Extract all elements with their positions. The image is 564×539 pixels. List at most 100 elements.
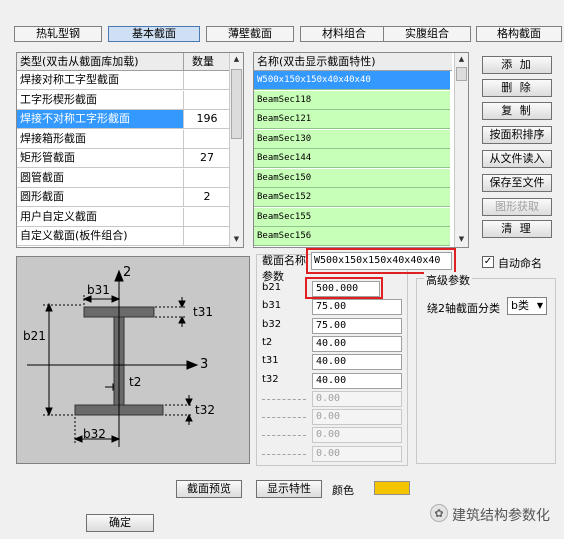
scroll-up-icon[interactable]: ▲ xyxy=(455,53,468,65)
t2-label: t2 xyxy=(129,375,142,389)
type-cell[interactable]: 焊接对称工字型截面 xyxy=(17,71,184,89)
type-cell[interactable]: 矩形管截面 xyxy=(17,149,184,167)
color-swatch[interactable] xyxy=(374,481,410,495)
table-row[interactable]: 用户自定义截面 xyxy=(17,207,230,227)
col-type-header[interactable]: 类型(双击从截面库加载) xyxy=(17,53,184,71)
graph-get-button[interactable]: 图形获取 xyxy=(482,198,552,216)
count-cell xyxy=(184,130,230,148)
count-cell xyxy=(184,208,230,226)
param-input-disabled: 0.00 xyxy=(312,445,402,462)
tab-lattice-section[interactable]: 格构截面 xyxy=(476,26,562,42)
auto-name-checkbox[interactable]: ✓ xyxy=(482,256,494,268)
count-cell xyxy=(184,227,230,245)
table-row[interactable]: 圆形截面 2 xyxy=(17,188,230,207)
param-label: b32 xyxy=(262,318,282,330)
count-cell xyxy=(184,169,230,187)
table-row[interactable]: 自定义截面(板件组合) xyxy=(17,227,230,246)
list-item[interactable]: BeamSec152 xyxy=(254,188,450,207)
t31-label: t31 xyxy=(193,305,213,319)
tab-thin-wall[interactable]: 薄壁截面 xyxy=(206,26,294,42)
list-item[interactable]: BeamSec144 xyxy=(254,149,450,168)
param-label: t32 xyxy=(262,373,279,385)
type-cell[interactable]: 圆形截面 xyxy=(17,188,184,206)
add-button[interactable]: 添 加 xyxy=(482,56,552,74)
list-item[interactable]: BeamSec155 xyxy=(254,207,450,227)
section-name-label: 截面名称 xyxy=(262,254,306,267)
ok-button[interactable]: 确定 xyxy=(86,514,154,532)
param-input[interactable]: 40.00 xyxy=(312,335,402,352)
tab-basic-section[interactable]: 基本截面 xyxy=(108,26,200,42)
clear-button[interactable]: 清 理 xyxy=(482,220,552,238)
axis-class-select[interactable]: b类 ▼ xyxy=(507,297,547,315)
type-cell[interactable]: 工字形楔形截面 xyxy=(17,90,184,109)
param-input-disabled: 0.00 xyxy=(312,409,402,426)
list-item[interactable]: BeamSec156 xyxy=(254,227,450,246)
scroll-down-icon[interactable]: ▼ xyxy=(455,233,468,245)
type-cell[interactable]: 自定义截面(板件组合) xyxy=(17,227,184,245)
color-label: 颜色 xyxy=(332,484,354,497)
name-scrollbar[interactable]: ▲ ▼ xyxy=(454,53,468,247)
table-row[interactable]: 工字形楔形截面 xyxy=(17,90,230,110)
watermark-text: 建筑结构参数化 xyxy=(452,508,550,524)
auto-name-label: 自动命名 xyxy=(498,257,542,270)
type-cell[interactable]: 用户自定义截面 xyxy=(17,207,184,226)
param-input[interactable]: 40.00 xyxy=(312,354,402,371)
list-item[interactable]: BeamSec121 xyxy=(254,110,450,129)
type-cell[interactable]: 焊接箱形截面 xyxy=(17,129,184,148)
tab-material-combo[interactable]: 材料组合 xyxy=(300,26,388,42)
axis-3-arrow xyxy=(186,360,199,370)
b21-highlight-box xyxy=(305,277,383,299)
read-from-file-button[interactable]: 从文件读入 xyxy=(482,150,552,168)
scroll-down-icon[interactable]: ▼ xyxy=(230,233,243,245)
sort-by-area-button[interactable]: 按面积排序 xyxy=(482,126,552,144)
scroll-up-icon[interactable]: ▲ xyxy=(230,53,243,65)
save-to-file-button[interactable]: 保存至文件 xyxy=(482,174,552,192)
b31-label: b31 xyxy=(87,283,110,297)
axis-class-label: 绕2轴截面分类 xyxy=(427,302,500,315)
axis-class-value: b类 xyxy=(511,299,529,312)
param-input[interactable]: 75.00 xyxy=(312,317,402,334)
type-cell[interactable]: 圆管截面 xyxy=(17,168,184,187)
axis-3-label: 3 xyxy=(200,357,209,372)
section-diagram: 2 3 b31 t31 b21 t2 t32 b32 xyxy=(16,256,250,464)
list-item[interactable]: W500x150x150x40x40x40 xyxy=(254,71,450,90)
type-cell[interactable]: 焊接不对称工字形截面 xyxy=(17,110,184,128)
table-row[interactable]: 圆管截面 xyxy=(17,168,230,188)
table-row[interactable]: 焊接对称工字型截面 xyxy=(17,71,230,90)
section-name-list: 名称(双击显示截面特性) W500x150x150x40x40x40 BeamSe… xyxy=(253,52,469,248)
i-beam-diagram xyxy=(27,269,199,447)
table-row[interactable]: 焊接箱形截面 xyxy=(17,129,230,149)
param-label: t2 xyxy=(262,336,273,348)
section-name-input[interactable]: W500x150x150x40x40x40 xyxy=(311,252,452,270)
wechat-logo-icon: ✿ xyxy=(430,504,448,522)
param-label: b21 xyxy=(262,282,282,293)
advanced-params-label: 高级参数 xyxy=(424,272,472,288)
tab-hot-rolled[interactable]: 热轧型钢 xyxy=(14,26,102,42)
count-cell xyxy=(184,91,230,109)
type-scrollbar[interactable]: ▲ ▼ xyxy=(229,53,243,247)
count-cell: 196 xyxy=(196,112,218,125)
copy-button[interactable]: 复 制 xyxy=(482,102,552,120)
show-properties-button[interactable]: 显示特性 xyxy=(256,480,322,498)
list-item[interactable]: BeamSec130 xyxy=(254,129,450,149)
param-label-empty xyxy=(262,435,306,437)
count-cell: 2 xyxy=(203,190,211,203)
tab-solid-combo[interactable]: 实腹组合 xyxy=(383,26,471,42)
scroll-thumb[interactable] xyxy=(456,67,467,81)
section-preview-button[interactable]: 截面预览 xyxy=(176,480,242,498)
axis-2-label: 2 xyxy=(123,265,132,280)
delete-button[interactable]: 删 除 xyxy=(482,79,552,97)
list-item[interactable]: BeamSec150 xyxy=(254,168,450,188)
param-input[interactable]: 40.00 xyxy=(312,372,402,389)
table-row[interactable]: 焊接不对称工字形截面 196 xyxy=(17,110,230,129)
section-type-table: 类型(双击从截面库加载) 数量 焊接对称工字型截面 工字形楔形截面 焊接不对称工字形… xyxy=(16,52,244,248)
chevron-down-icon: ▼ xyxy=(536,301,543,310)
table-header: 类型(双击从截面库加载) 数量 xyxy=(17,53,230,71)
list-item[interactable]: BeamSec118 xyxy=(254,90,450,110)
name-list-header[interactable]: 名称(双击显示截面特性) xyxy=(254,53,452,71)
param-input[interactable]: 75.00 xyxy=(312,299,402,316)
table-row[interactable]: 矩形管截面 27 xyxy=(17,149,230,168)
b21-label: b21 xyxy=(23,329,46,343)
scroll-thumb[interactable] xyxy=(231,69,242,139)
col-count-header[interactable]: 数量 xyxy=(184,53,230,71)
